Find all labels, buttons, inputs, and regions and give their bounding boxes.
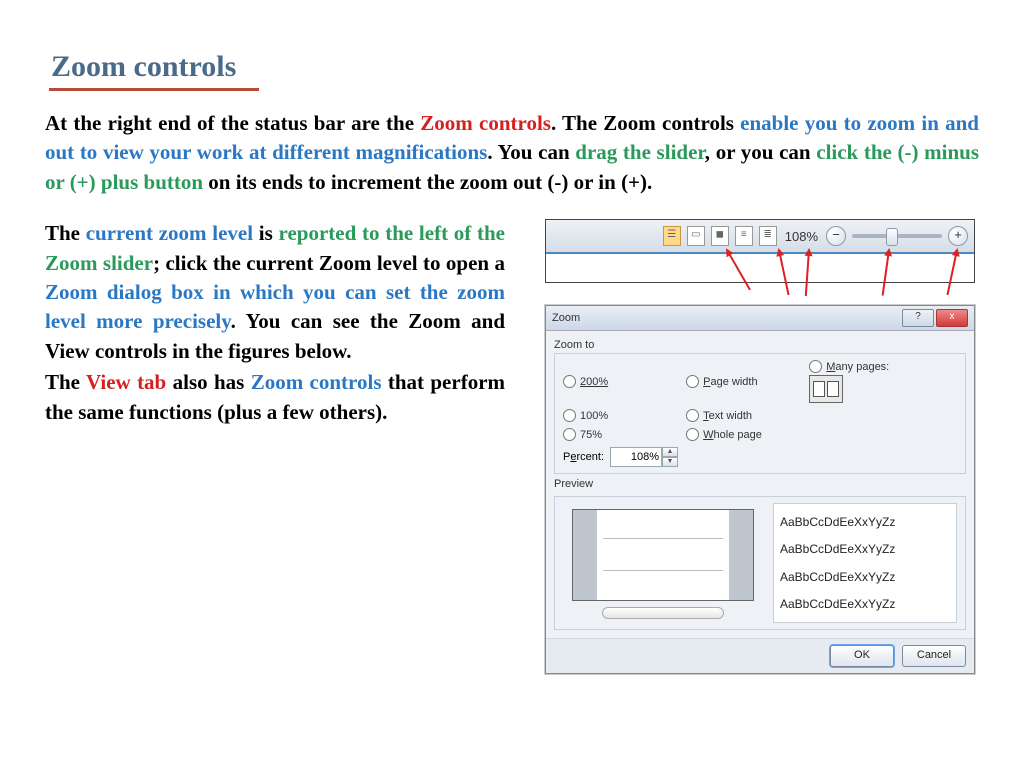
text: is bbox=[253, 221, 278, 245]
zoom-slider-thumb[interactable] bbox=[886, 228, 898, 246]
preview-group: AaBbCcDdEeXxYyZz AaBbCcDdEeXxYyZz AaBbCc… bbox=[554, 496, 966, 630]
radio-many-pages[interactable]: Many pages: bbox=[809, 360, 957, 373]
percent-label: Percent: bbox=[563, 451, 604, 463]
cancel-button[interactable]: Cancel bbox=[902, 645, 966, 667]
phrase-drag-slider: drag the slider bbox=[575, 140, 705, 164]
detail-paragraph-1: The current zoom level is reported to th… bbox=[45, 219, 505, 366]
zoom-to-group: 200% Page width Many pages: 100% Text wi… bbox=[554, 353, 966, 474]
text: . The Zoom controls bbox=[551, 111, 740, 135]
many-pages-icon[interactable] bbox=[809, 375, 843, 403]
zoom-dialog: Zoom ? x Zoom to 200% Page width Many pa… bbox=[545, 305, 975, 674]
status-bar: ☰ ▭ ◼ ≡ ≣ 108% − + bbox=[546, 220, 974, 254]
preview-label: Preview bbox=[554, 478, 966, 490]
sample-line: AaBbCcDdEeXxYyZz bbox=[780, 597, 950, 611]
status-bar-figure: ☰ ▭ ◼ ≡ ≣ 108% − + bbox=[545, 219, 975, 283]
arrow-annotation bbox=[726, 250, 751, 291]
text: . You can bbox=[487, 140, 575, 164]
text: , or you can bbox=[705, 140, 816, 164]
text: on its ends to increment the zoom out (-… bbox=[203, 170, 652, 194]
sample-line: AaBbCcDdEeXxYyZz bbox=[780, 570, 950, 584]
radio-page-width[interactable]: Page width bbox=[686, 360, 809, 403]
view-full-screen-icon[interactable]: ▭ bbox=[687, 226, 705, 246]
zoom-to-label: Zoom to bbox=[554, 339, 966, 351]
text: At the right end of the status bar are t… bbox=[45, 111, 420, 135]
arrow-annotation bbox=[946, 250, 958, 295]
term-view-tab: View tab bbox=[86, 370, 166, 394]
page-title: Zoom controls bbox=[51, 50, 979, 84]
detail-paragraph-2: The View tab also has Zoom controls that… bbox=[45, 368, 505, 427]
view-outline-icon[interactable]: ≡ bbox=[735, 226, 753, 246]
title-rule bbox=[49, 88, 259, 91]
spin-up-icon[interactable]: ▲ bbox=[662, 447, 678, 457]
zoom-slider-track[interactable] bbox=[852, 234, 942, 238]
zoom-out-button[interactable]: − bbox=[826, 226, 846, 246]
radio-whole-page[interactable]: Whole page bbox=[686, 428, 809, 441]
preview-monitor-icon bbox=[563, 503, 763, 623]
radio-200[interactable]: 200% bbox=[563, 360, 686, 403]
percent-input[interactable] bbox=[610, 447, 662, 467]
preview-sample-text: AaBbCcDdEeXxYyZz AaBbCcDdEeXxYyZz AaBbCc… bbox=[773, 503, 957, 623]
view-draft-icon[interactable]: ≣ bbox=[759, 226, 777, 246]
zoom-in-button[interactable]: + bbox=[948, 226, 968, 246]
ok-button[interactable]: OK bbox=[830, 645, 894, 667]
spin-down-icon[interactable]: ▼ bbox=[662, 457, 678, 467]
term-zoom-controls: Zoom controls bbox=[420, 111, 551, 135]
text: also has bbox=[166, 370, 250, 394]
radio-75[interactable]: 75% bbox=[563, 428, 686, 441]
text: ; click the current Zoom level to open a bbox=[153, 251, 505, 275]
view-print-layout-icon[interactable]: ☰ bbox=[663, 226, 681, 246]
radio-100[interactable]: 100% bbox=[563, 409, 686, 422]
intro-paragraph: At the right end of the status bar are t… bbox=[45, 109, 979, 197]
radio-text-width[interactable]: Text width bbox=[686, 409, 809, 422]
text: The bbox=[45, 221, 86, 245]
text: The bbox=[45, 370, 86, 394]
sample-line: AaBbCcDdEeXxYyZz bbox=[780, 515, 950, 529]
arrow-annotation bbox=[882, 250, 890, 296]
sample-line: AaBbCcDdEeXxYyZz bbox=[780, 542, 950, 556]
percent-spinner[interactable]: ▲ ▼ bbox=[610, 447, 678, 467]
phrase-current-zoom: current zoom level bbox=[86, 221, 253, 245]
dialog-help-button[interactable]: ? bbox=[902, 309, 934, 327]
dialog-titlebar: Zoom ? x bbox=[546, 306, 974, 331]
arrow-annotation bbox=[805, 250, 810, 296]
dialog-close-button[interactable]: x bbox=[936, 309, 968, 327]
dialog-title: Zoom bbox=[552, 312, 900, 324]
view-web-layout-icon[interactable]: ◼ bbox=[711, 226, 729, 246]
arrow-annotation bbox=[778, 250, 790, 295]
term-zoom-controls-2: Zoom controls bbox=[251, 370, 382, 394]
zoom-percent-label[interactable]: 108% bbox=[783, 229, 820, 244]
